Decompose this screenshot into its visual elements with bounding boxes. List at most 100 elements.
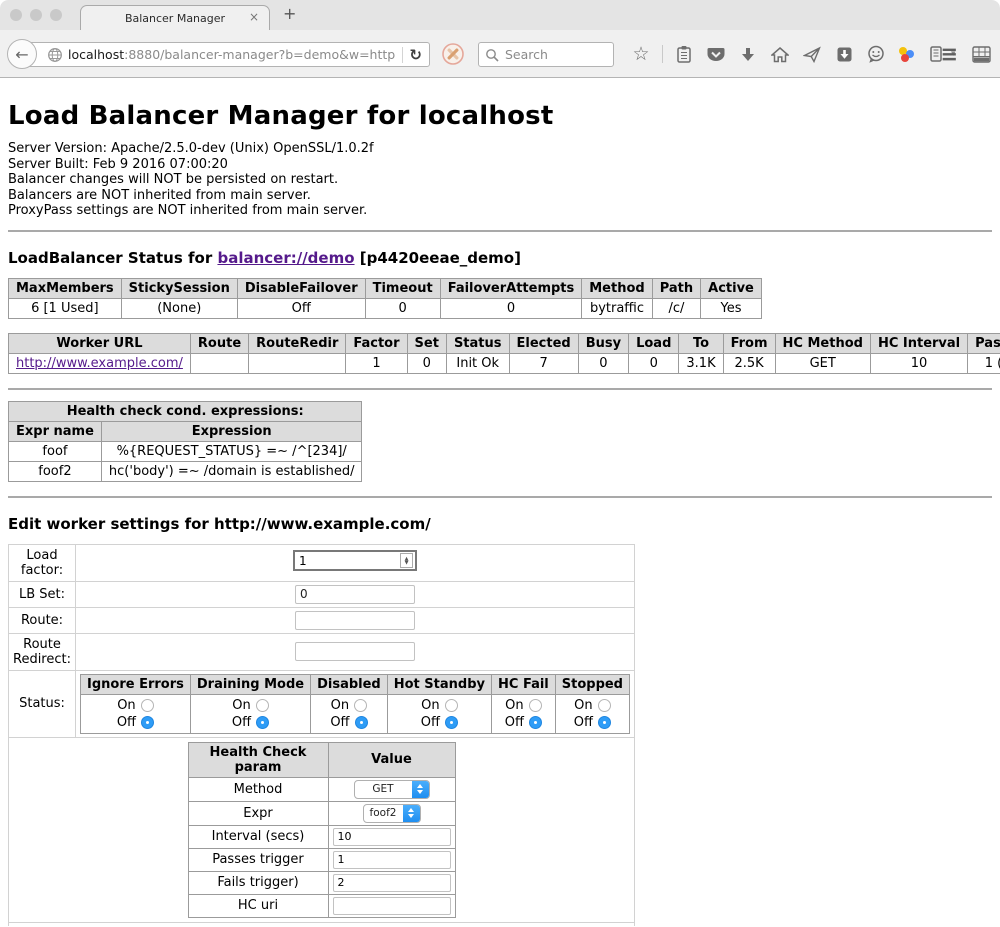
search-icon xyxy=(485,48,499,62)
menu-hamburger-icon[interactable]: ≡ xyxy=(940,42,958,66)
draining-mode-off-radio[interactable] xyxy=(256,716,269,729)
status-header-row: Ignore Errors Draining Mode Disabled Hot… xyxy=(81,674,630,694)
route-input[interactable] xyxy=(295,611,415,630)
number-spinner-icon[interactable]: ▲▼ xyxy=(400,553,413,568)
col-ignore-errors: Ignore Errors xyxy=(81,674,191,694)
form-row-health-check: Health Check param Value Method GET xyxy=(9,737,635,922)
route-redirect-input[interactable] xyxy=(295,642,415,661)
hc-row-interval: Interval (secs) xyxy=(188,825,455,848)
worker-row: http://www.example.com/ 1 0 Init Ok 7 0 … xyxy=(9,353,1000,373)
hc-row-method: Method GET xyxy=(188,777,455,801)
interval-input[interactable] xyxy=(333,828,451,846)
page-title: Load Balancer Manager for localhost xyxy=(8,101,992,131)
route-redirect-label: Route Redirect: xyxy=(9,633,76,670)
ignore-errors-off-radio[interactable] xyxy=(141,716,154,729)
url-host: localhost xyxy=(68,47,124,62)
heading-prefix: LoadBalancer Status for xyxy=(8,249,217,267)
fails-label: Fails trigger) xyxy=(188,871,328,894)
hc-uri-input[interactable] xyxy=(333,897,451,915)
col-disablefailover: DisableFailover xyxy=(237,278,365,298)
balancer-status-heading: LoadBalancer Status for balancer://demo … xyxy=(8,249,992,267)
col-draining-mode: Draining Mode xyxy=(190,674,310,694)
send-plane-icon[interactable] xyxy=(801,43,823,65)
col-hc-value: Value xyxy=(328,742,455,777)
stopped-off-radio[interactable] xyxy=(598,716,611,729)
fails-input[interactable] xyxy=(333,874,451,892)
close-window-button[interactable] xyxy=(10,9,22,21)
radio-off-label: Off xyxy=(117,714,136,731)
health-check-expressions-table: Health check cond. expressions: Expr nam… xyxy=(8,401,362,482)
pocket-icon[interactable] xyxy=(705,43,727,65)
reload-icon[interactable]: ↻ xyxy=(409,46,422,64)
heading-suffix: [p4420eeae_demo] xyxy=(355,249,521,267)
table-row: 6 [1 Used] (None) Off 0 0 bytraffic /c/ … xyxy=(9,298,762,318)
col-stopped: Stopped xyxy=(555,674,629,694)
worker-url-link[interactable]: http://www.example.com/ xyxy=(16,356,183,371)
method-select[interactable]: GET xyxy=(354,780,430,799)
tab-close-icon[interactable]: × xyxy=(249,10,259,24)
divider xyxy=(8,496,992,498)
expr-select[interactable]: foof2 xyxy=(363,804,421,823)
search-bar[interactable] xyxy=(478,42,614,67)
stopped-on-radio[interactable] xyxy=(598,699,611,712)
hot-standby-off-radio[interactable] xyxy=(445,716,458,729)
hc-row-expr: Expr foof2 xyxy=(188,801,455,825)
bookmark-star-icon[interactable]: ☆ xyxy=(630,43,652,65)
radio-on-label: On xyxy=(117,697,135,714)
home-icon[interactable] xyxy=(769,43,791,65)
zoom-window-button[interactable] xyxy=(50,9,62,21)
globe-icon xyxy=(47,47,63,63)
feedback-smiley-icon[interactable] xyxy=(865,43,887,65)
form-row-route: Route: xyxy=(9,607,635,633)
server-built-line: Server Built: Feb 9 2016 07:00:20 xyxy=(8,157,992,173)
table-header-row: Expr name Expression xyxy=(9,421,362,441)
hc-fail-off-radio[interactable] xyxy=(529,716,542,729)
col-timeout: Timeout xyxy=(365,278,440,298)
disabled-on-radio[interactable] xyxy=(354,699,367,712)
apps-grid-icon[interactable] xyxy=(970,43,992,65)
save-to-device-icon[interactable] xyxy=(833,43,855,65)
balancer-demo-link[interactable]: balancer://demo xyxy=(217,249,354,267)
expr-table-title: Health check cond. expressions: xyxy=(9,401,362,421)
health-check-param-table: Health Check param Value Method GET xyxy=(188,742,456,918)
tab-title: Balancer Manager xyxy=(125,12,225,25)
downloads-icon[interactable] xyxy=(737,43,759,65)
load-factor-field-wrap: ▲▼ xyxy=(293,550,417,571)
tab-balancer-manager[interactable]: Balancer Manager × xyxy=(80,5,270,30)
table-header-row: Worker URL Route RouteRedir Factor Set S… xyxy=(9,333,1000,353)
page-content: Load Balancer Manager for localhost Serv… xyxy=(0,78,1000,926)
table-header-row: MaxMembers StickySession DisableFailover… xyxy=(9,278,762,298)
hc-header-row: Health Check param Value xyxy=(188,742,455,777)
load-factor-input[interactable] xyxy=(295,552,395,569)
inherit-note-line: Balancers are NOT inherited from main se… xyxy=(8,188,992,204)
col-path: Path xyxy=(652,278,700,298)
draining-mode-on-radio[interactable] xyxy=(256,699,269,712)
window-controls[interactable] xyxy=(10,9,62,21)
hot-standby-on-radio[interactable] xyxy=(445,699,458,712)
col-disabled: Disabled xyxy=(311,674,388,694)
interval-label: Interval (secs) xyxy=(188,825,328,848)
disabled-off-radio[interactable] xyxy=(355,716,368,729)
col-maxmembers: MaxMembers xyxy=(9,278,122,298)
persist-note-line: Balancer changes will NOT be persisted o… xyxy=(8,172,992,188)
url-bar[interactable]: localhost :8880/balancer-manager?b=demo&… xyxy=(22,42,430,67)
passes-input[interactable] xyxy=(333,851,451,869)
route-label: Route: xyxy=(9,607,76,633)
minimize-window-button[interactable] xyxy=(30,9,42,21)
hc-row-hcuri: HC uri xyxy=(188,894,455,917)
submit-button[interactable]: Submit xyxy=(289,926,354,927)
adblock-disabled-icon[interactable] xyxy=(441,42,465,70)
hc-fail-on-radio[interactable] xyxy=(529,699,542,712)
ignore-errors-on-radio[interactable] xyxy=(141,699,154,712)
search-input[interactable] xyxy=(503,46,603,63)
clipboard-icon[interactable] xyxy=(673,43,695,65)
extension-colordots-icon[interactable] xyxy=(897,45,915,63)
back-button[interactable]: ← xyxy=(7,39,37,69)
form-row-submit: Submit xyxy=(9,922,635,926)
new-tab-button[interactable]: + xyxy=(283,4,296,23)
expr-label: Expr xyxy=(188,801,328,825)
urlbar-divider xyxy=(402,47,403,63)
lb-set-input[interactable] xyxy=(295,585,415,604)
load-factor-label: Load factor: xyxy=(9,544,76,581)
hc-uri-label: HC uri xyxy=(188,894,328,917)
